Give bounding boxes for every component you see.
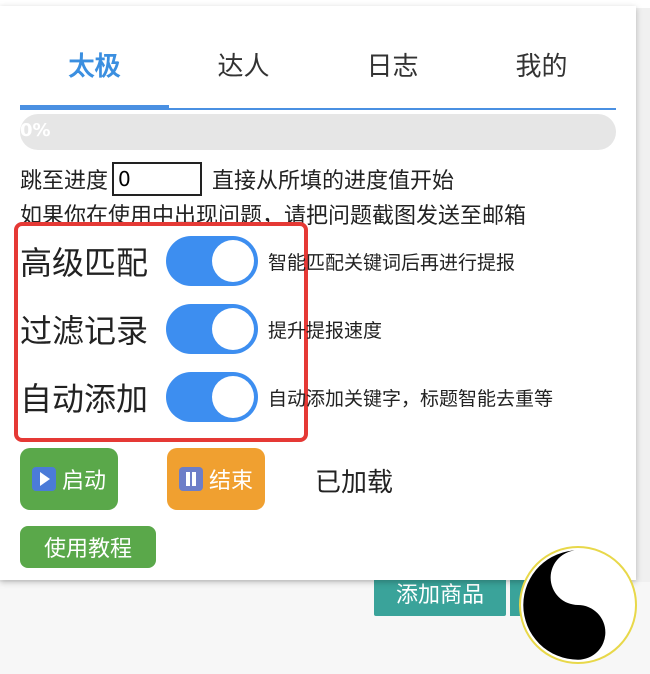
tab-log[interactable]: 日志 (318, 46, 467, 83)
add-product-button[interactable]: 添加商品 (374, 574, 506, 616)
progress-label: 0% (20, 120, 51, 141)
advanced-match-toggle[interactable] (166, 236, 258, 286)
jump-prefix-label: 跳至进度 (20, 169, 109, 194)
start-label: 启动 (61, 469, 106, 494)
plugin-popup-panel: 太极 达人 日志 我的 0% 跳至进度 直接从所填的进度值开始 如果你在使用中出… (0, 6, 636, 580)
tab-bar: 太极 达人 日志 我的 (20, 36, 616, 110)
active-tab-indicator (20, 105, 169, 110)
play-icon (31, 467, 56, 491)
option-description: 提升提报速度 (268, 319, 383, 342)
pause-icon (178, 467, 203, 491)
yin-yang-icon[interactable] (519, 546, 637, 664)
option-label: 自动添加 (20, 380, 149, 418)
jump-progress-input[interactable] (112, 162, 203, 196)
yin-yang-graphic (523, 550, 633, 660)
loaded-status: 已加载 (315, 468, 394, 498)
jump-to-progress-row: 跳至进度 直接从所填的进度值开始 (20, 162, 454, 196)
start-button[interactable]: 启动 (20, 448, 118, 510)
tab-daren[interactable]: 达人 (169, 46, 318, 83)
toggle-knob (212, 240, 254, 282)
toggle-knob (212, 376, 254, 418)
end-button[interactable]: 结束 (167, 448, 265, 510)
option-description: 智能匹配关键词后再进行提报 (268, 251, 516, 274)
option-label: 高级匹配 (20, 244, 149, 282)
filter-records-toggle[interactable] (166, 304, 258, 354)
option-label: 过滤记录 (20, 312, 149, 350)
tab-mine[interactable]: 我的 (467, 46, 616, 83)
option-description: 自动添加关键字，标题智能去重等 (268, 387, 554, 410)
tab-taiji[interactable]: 太极 (20, 46, 169, 83)
option-row-filter-records: 过滤记录 提升提报速度 (20, 304, 382, 354)
tutorial-button[interactable]: 使用教程 (20, 526, 156, 568)
toggle-knob (212, 308, 254, 350)
auto-add-toggle[interactable] (166, 372, 258, 422)
end-label: 结束 (208, 469, 253, 494)
option-row-advanced-match: 高级匹配 智能匹配关键词后再进行提报 (20, 236, 515, 286)
progress-bar: 0% (20, 114, 616, 150)
option-row-auto-add: 自动添加 自动添加关键字，标题智能去重等 (20, 372, 553, 422)
jump-suffix-label: 直接从所填的进度值开始 (212, 169, 455, 194)
